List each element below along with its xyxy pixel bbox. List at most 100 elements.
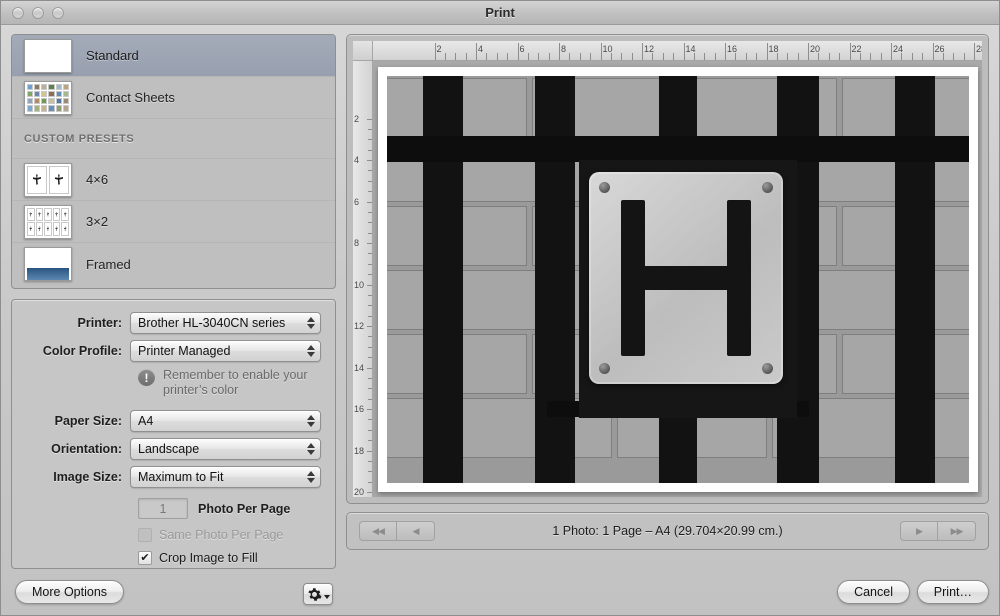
- ruler-tick-label: 18: [354, 446, 364, 456]
- ruler-minor-tick: [368, 316, 372, 317]
- printer-select[interactable]: Brother HL-3040CN series: [130, 312, 321, 334]
- ruler-minor-tick: [829, 53, 830, 60]
- ruler-minor-tick: [368, 419, 372, 420]
- ruler-tick-label: 6: [354, 197, 359, 207]
- ruler-minor-tick: [663, 53, 664, 60]
- ruler-minor-tick: [704, 53, 705, 60]
- ruler-minor-tick: [368, 388, 372, 389]
- ruler-minor-tick: [368, 378, 372, 379]
- ruler-minor-tick: [621, 53, 622, 60]
- ruler-minor-tick: [368, 212, 372, 213]
- ruler-minor-tick: [901, 53, 902, 60]
- ruler-minor-tick: [368, 222, 372, 223]
- window-title: Print: [1, 5, 999, 20]
- preset-item-3x2[interactable]: 3×2: [12, 201, 335, 243]
- more-options-button[interactable]: More Options: [15, 580, 124, 604]
- ruler-minor-tick: [632, 53, 633, 60]
- ruler-minor-tick: [943, 53, 944, 60]
- status-text: 1 Photo: 1 Page – A4 (29.704×20.99 cm.): [347, 524, 988, 538]
- crop-image-to-fill-row[interactable]: ✔ Crop Image to Fill: [138, 551, 321, 565]
- first-page-button[interactable]: ◀◀: [359, 521, 397, 541]
- nav-buttons-right: ▶ ▶▶: [900, 521, 976, 541]
- orientation-value: Landscape: [138, 442, 199, 456]
- ruler-minor-tick: [368, 430, 372, 431]
- close-button[interactable]: [12, 7, 24, 19]
- orientation-row: Orientation: Landscape: [12, 438, 321, 460]
- preset-item-standard[interactable]: Standard: [12, 35, 335, 77]
- chevron-down-icon: [324, 595, 330, 599]
- ruler-tick: [725, 43, 726, 60]
- preset-label: Standard: [86, 48, 139, 63]
- gear-icon: [307, 587, 322, 602]
- same-photo-per-page-row[interactable]: Same Photo Per Page: [138, 528, 321, 542]
- cancel-button[interactable]: Cancel: [837, 580, 910, 604]
- ruler-minor-tick: [735, 53, 736, 60]
- gear-action-button[interactable]: [303, 583, 333, 605]
- preset-list: Standard: [11, 34, 336, 289]
- print-options-panel: Printer: Brother HL-3040CN series Color …: [11, 299, 336, 569]
- ruler-minor-tick: [368, 253, 372, 254]
- ruler-minor-tick: [528, 53, 529, 60]
- ruler-minor-tick: [455, 53, 456, 60]
- ruler-minor-tick: [798, 53, 799, 60]
- image-size-select[interactable]: Maximum to Fit: [130, 466, 321, 488]
- dialog-body: Standard: [1, 26, 999, 615]
- ruler-tick-label: 4: [478, 44, 483, 54]
- photo-per-page-input[interactable]: 1: [138, 498, 188, 519]
- orientation-select[interactable]: Landscape: [130, 438, 321, 460]
- crop-image-to-fill-checkbox[interactable]: ✔: [138, 551, 152, 565]
- image-size-value: Maximum to Fit: [138, 470, 223, 484]
- ruler-minor-tick: [368, 274, 372, 275]
- ruler-tick: [933, 43, 934, 60]
- ruler-tick-label: 12: [354, 321, 364, 331]
- ruler-minor-tick: [881, 53, 882, 60]
- same-photo-per-page-checkbox[interactable]: [138, 528, 152, 542]
- photo-preview: [387, 76, 969, 483]
- ruler-minor-tick: [368, 336, 372, 337]
- preset-item-contact-sheets[interactable]: Contact Sheets: [12, 77, 335, 119]
- preset-label: Framed: [86, 257, 131, 272]
- preset-item-4x6[interactable]: 4×6: [12, 159, 335, 201]
- ruler-tick: [684, 43, 685, 60]
- horizontal-ruler: 246810121416182022242628: [373, 41, 982, 61]
- ruler-minor-tick: [964, 53, 965, 60]
- ruler-tick: [850, 43, 851, 60]
- framed-photo-thumb-icon: [24, 247, 72, 281]
- preset-label: 4×6: [86, 172, 108, 187]
- ruler-minor-tick: [922, 53, 923, 60]
- crop-image-to-fill-label: Crop Image to Fill: [159, 551, 258, 565]
- ruler-minor-tick: [497, 53, 498, 60]
- page-paper[interactable]: [378, 67, 978, 492]
- preset-item-framed[interactable]: Framed: [12, 243, 335, 285]
- ruler-corner: [353, 41, 373, 61]
- previous-page-button[interactable]: ◀: [397, 521, 435, 541]
- ruler-minor-tick: [590, 53, 591, 60]
- chevron-updown-icon: [307, 345, 315, 357]
- ruler-minor-tick: [746, 53, 747, 60]
- print-button[interactable]: Print…: [917, 580, 989, 604]
- ruler-minor-tick: [870, 53, 871, 60]
- next-page-button[interactable]: ▶: [900, 521, 938, 541]
- color-profile-label: Color Profile:: [12, 344, 130, 358]
- preview-status-bar: ◀◀ ◀ 1 Photo: 1 Page – A4 (29.704×20.99 …: [346, 512, 989, 550]
- minimize-button[interactable]: [32, 7, 44, 19]
- ruler-minor-tick: [673, 53, 674, 60]
- ruler-tick-label: 8: [561, 44, 566, 54]
- ruler-minor-tick: [368, 399, 372, 400]
- two-up-thumb-icon: [24, 163, 72, 197]
- color-profile-select[interactable]: Printer Managed: [130, 340, 321, 362]
- zoom-button[interactable]: [52, 7, 64, 19]
- paper-size-value: A4: [138, 414, 153, 428]
- ruler-tick: [476, 43, 477, 60]
- info-badge-icon: !: [138, 369, 155, 386]
- last-page-button[interactable]: ▶▶: [938, 521, 976, 541]
- ruler-minor-tick: [486, 53, 487, 60]
- title-bar: Print: [1, 1, 999, 25]
- ruler-minor-tick: [777, 53, 778, 60]
- ruler-minor-tick: [368, 264, 372, 265]
- ruler-minor-tick: [368, 482, 372, 483]
- printer-row: Printer: Brother HL-3040CN series: [12, 312, 321, 334]
- paper-size-select[interactable]: A4: [130, 410, 321, 432]
- ruler-minor-tick: [652, 53, 653, 60]
- ruler-tick: [767, 43, 768, 60]
